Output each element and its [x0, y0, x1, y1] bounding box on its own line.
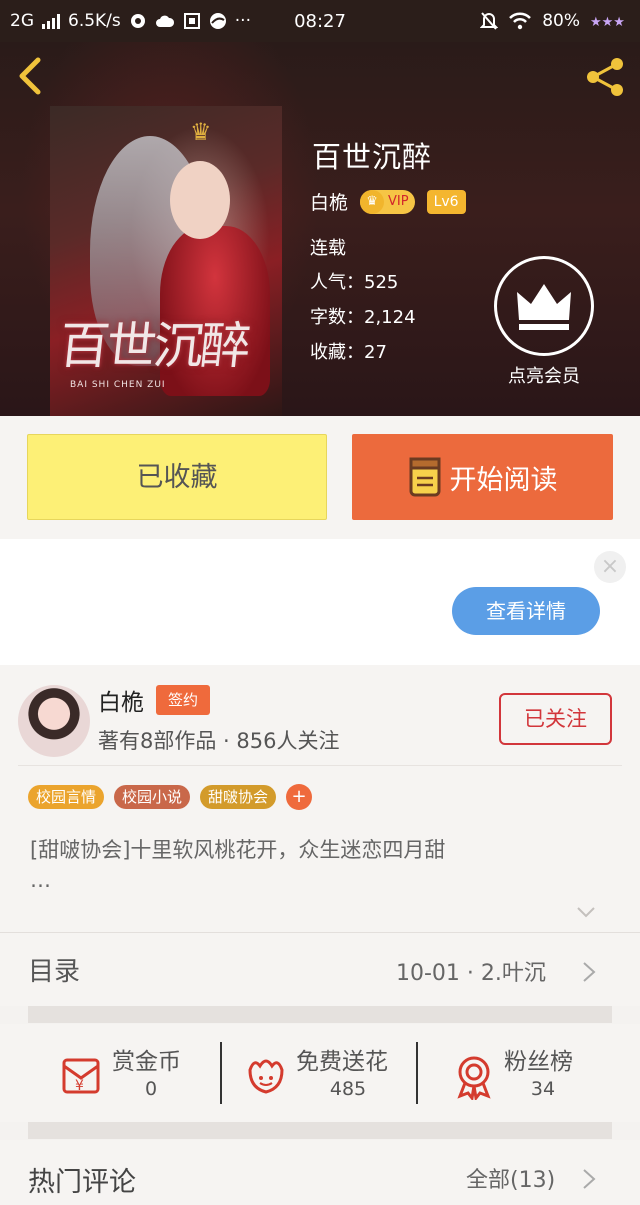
cover-title: 百世沉醉: [56, 317, 251, 375]
chevron-down-icon[interactable]: [575, 901, 597, 923]
tag-list: 校园言情 校园小说 甜啵协会 +: [28, 784, 313, 810]
member-label: 点亮会员: [508, 366, 580, 387]
book-author-row: 白桅 ♛ VIP Lv6: [310, 188, 466, 215]
book-title: 百世沉醉: [312, 140, 433, 174]
hot-comments-header[interactable]: 热门评论 全部(13): [0, 1140, 640, 1205]
cover-subtitle: BAI SHI CHEN ZUI: [70, 380, 166, 390]
crown-icon: ♛: [190, 118, 212, 146]
book-cover[interactable]: ♛ 百世沉醉 BAI SHI CHEN ZUI: [50, 106, 282, 416]
reward-coins-button[interactable]: ¥ 赏金币 0: [58, 1042, 208, 1108]
author-name[interactable]: 白桅: [98, 683, 144, 717]
divider: [416, 1042, 418, 1104]
intro-line: [甜啵协会]十里软风桃花开，众生迷恋四月甜: [30, 838, 446, 862]
status-bar: 2G 6.5K/s ··· 08:27 80% ★★★: [0, 0, 640, 42]
reward-count: 485: [329, 1078, 367, 1100]
vip-badge: ♛ VIP: [360, 189, 415, 214]
intro-ellipsis: …: [30, 868, 51, 892]
catalog-row[interactable]: 目录 10-01 · 2.叶沉: [0, 932, 640, 1006]
catalog-title: 目录: [28, 957, 81, 987]
level-badge: Lv6: [426, 189, 466, 214]
tag-item[interactable]: 甜啵协会: [200, 785, 277, 809]
book-author[interactable]: 白桅: [310, 188, 348, 215]
collected-button[interactable]: 已收藏: [27, 434, 327, 520]
section-divider: [28, 1122, 612, 1139]
book-icon: [409, 457, 440, 497]
share-icon: [587, 58, 623, 96]
tag-item[interactable]: 校园言情: [28, 785, 105, 809]
author-avatar[interactable]: [18, 685, 90, 757]
flower-icon: [248, 1059, 284, 1094]
divider: [18, 765, 622, 766]
reward-label: 免费送花: [296, 1049, 388, 1075]
svg-text:¥: ¥: [75, 1078, 84, 1094]
all-comments-link[interactable]: 全部(13): [466, 1162, 555, 1194]
reward-label: 赏金币: [112, 1049, 181, 1075]
book-word-count: 字数：2,124: [310, 307, 416, 328]
crown-icon: [517, 284, 571, 330]
clock: 08:27: [294, 11, 346, 32]
send-flowers-button[interactable]: 免费送花 485: [242, 1042, 412, 1108]
add-tag-button[interactable]: +: [286, 784, 313, 810]
book-intro[interactable]: [甜啵协会]十里软风桃花开，众生迷恋四月甜 …: [30, 835, 590, 895]
book-favorites: 收藏：27: [310, 342, 387, 363]
chevron-right-icon: [583, 1169, 596, 1189]
chevron-left-icon: [19, 57, 41, 95]
section-divider: [28, 1006, 612, 1023]
divider: [220, 1042, 222, 1104]
author-stats: 著有8部作品 · 856人关注: [98, 729, 340, 753]
share-button[interactable]: [582, 54, 628, 100]
red-envelope-icon: ¥: [62, 1058, 100, 1094]
vip-crown-icon: ♛: [360, 189, 385, 214]
book-header: ♛ 百世沉醉 BAI SHI CHEN ZUI 百世沉醉 白桅 ♛ VIP Lv…: [0, 42, 640, 416]
ad-banner: × 查看详情: [0, 539, 640, 665]
book-status: 连载: [310, 238, 346, 259]
back-button[interactable]: [14, 56, 54, 96]
signed-badge: 签约: [156, 685, 210, 715]
reward-count: 34: [530, 1078, 556, 1100]
author-card: 白桅 签约 著有8部作品 · 856人关注 已关注 校园言情 校园小说 甜啵协会…: [0, 665, 640, 932]
rewards-row: ¥ 赏金币 0 免费送花 485 粉丝榜 34: [0, 1024, 640, 1122]
action-bar: 已收藏 开始阅读: [0, 416, 640, 539]
vip-label: VIP: [388, 194, 409, 209]
start-reading-label: 开始阅读: [449, 464, 558, 496]
tag-item[interactable]: 校园小说: [114, 785, 191, 809]
fan-ranking-button[interactable]: 粉丝榜 34: [450, 1042, 600, 1108]
followed-button[interactable]: 已关注: [499, 693, 612, 745]
latest-chapter: 10-01 · 2.叶沉: [396, 961, 546, 986]
medal-icon: [457, 1056, 491, 1100]
reward-label: 粉丝榜: [504, 1049, 573, 1075]
start-reading-button[interactable]: 开始阅读: [352, 434, 613, 520]
chevron-right-icon: [583, 962, 596, 982]
member-button[interactable]: 点亮会员: [494, 256, 594, 387]
view-details-button[interactable]: 查看详情: [452, 587, 600, 635]
hot-comments-title: 热门评论: [28, 1167, 136, 1198]
book-popularity: 人气：525: [310, 272, 399, 293]
reward-count: 0: [144, 1078, 158, 1100]
ad-close-button[interactable]: ×: [594, 551, 626, 583]
